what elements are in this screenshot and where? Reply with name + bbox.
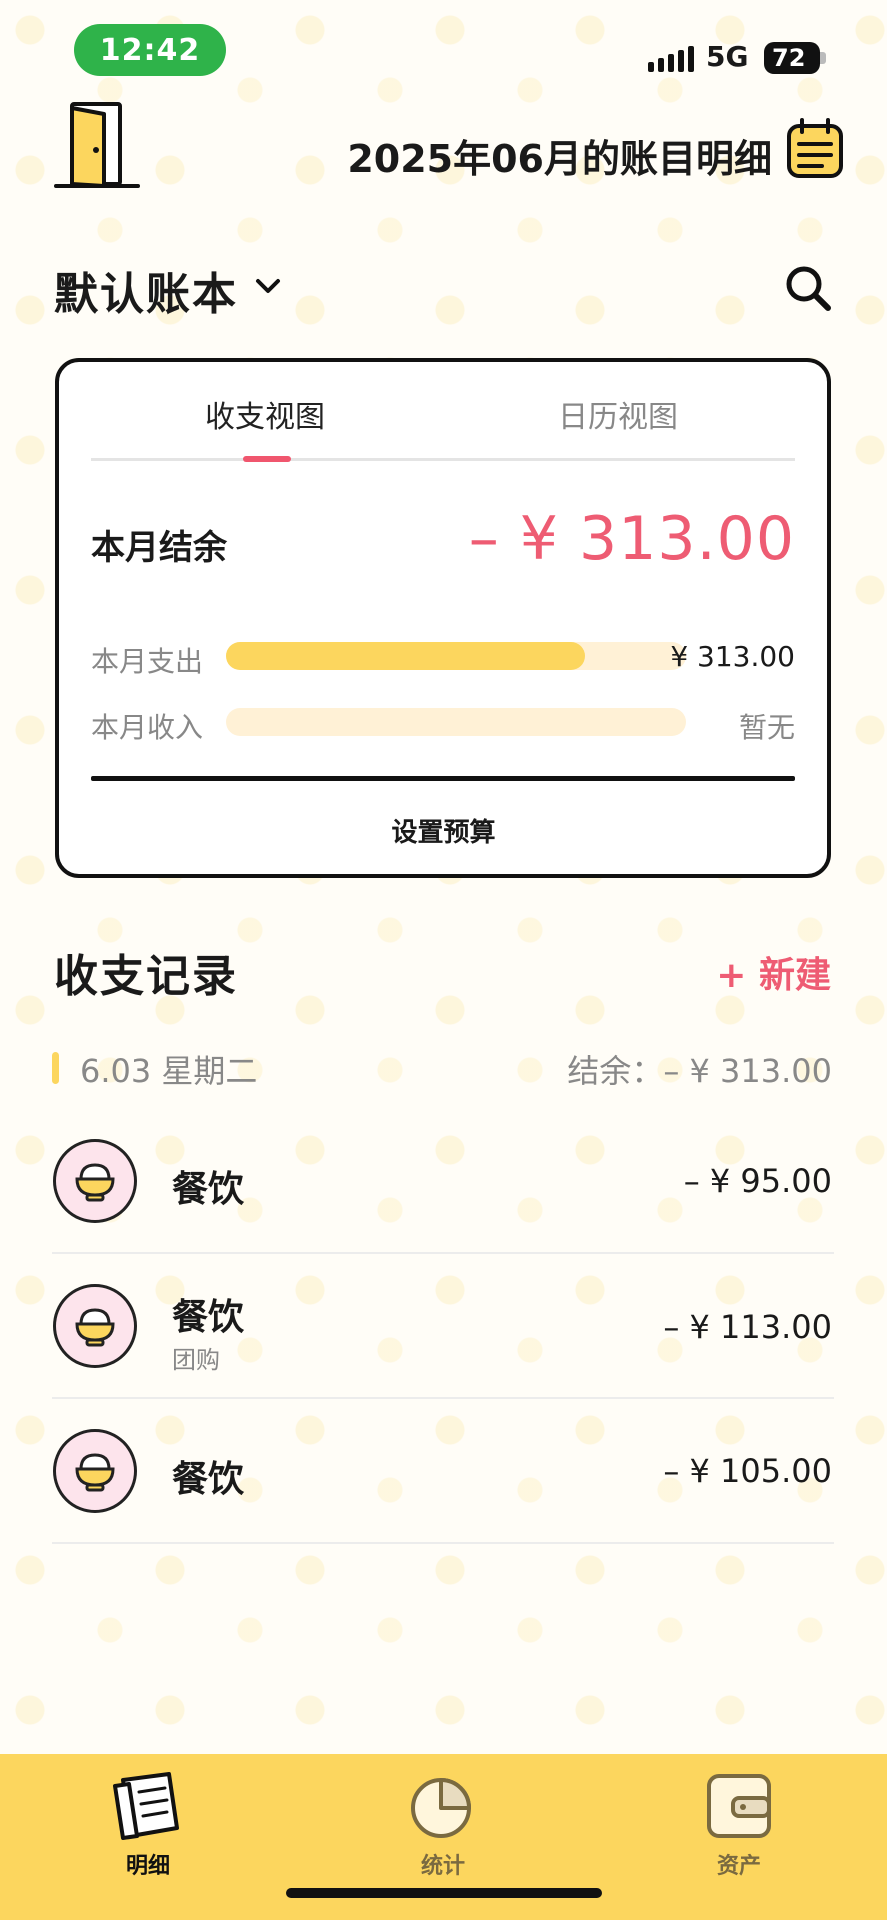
notes-icon <box>113 1772 179 1840</box>
rice-bowl-icon <box>53 1429 137 1513</box>
record-note: 团购 <box>172 1346 220 1374</box>
income-bar-track <box>226 708 686 736</box>
active-tab-indicator <box>243 456 291 462</box>
record-category[interactable]: 餐饮 <box>172 1450 244 1502</box>
network-type: 5G <box>706 40 749 73</box>
set-budget-button[interactable]: 设置预算 <box>0 812 887 849</box>
income-value: 暂无 <box>738 711 795 744</box>
tab-label: 明细 <box>125 1854 170 1879</box>
record-category[interactable]: 餐饮 <box>172 1160 244 1212</box>
monthly-balance-label: 本月结余 <box>91 528 227 568</box>
records-title: 收支记录 <box>54 951 238 1002</box>
new-record-button[interactable]: + 新建 <box>716 946 831 998</box>
summary-card <box>55 358 831 878</box>
tab-calendar-view[interactable]: 日历视图 <box>558 392 678 436</box>
pie-chart-icon <box>411 1778 471 1838</box>
tab-label: 资产 <box>716 1854 761 1879</box>
tab-details[interactable]: 明细 <box>88 1770 208 1880</box>
search-icon[interactable] <box>782 262 834 314</box>
card-divider <box>91 776 795 781</box>
record-separator <box>52 1542 834 1544</box>
account-book-selector[interactable]: 默认账本 <box>54 258 238 322</box>
status-time: 12:42 <box>74 24 226 76</box>
rice-bowl-icon <box>53 1284 137 1368</box>
income-label: 本月收入 <box>91 711 204 744</box>
tab-divider <box>91 458 795 461</box>
tab-assets[interactable]: 资产 <box>679 1770 799 1880</box>
expense-bar-track <box>226 642 686 670</box>
wallet-icon <box>707 1774 771 1838</box>
day-marker <box>52 1052 59 1084</box>
tab-statistics[interactable]: 统计 <box>383 1770 503 1880</box>
battery-icon: 72 <box>764 42 820 74</box>
tab-label: 统计 <box>420 1854 465 1879</box>
record-amount[interactable]: – ¥ 105.00 <box>663 1452 832 1490</box>
expense-value: ¥ 313.00 <box>670 640 795 673</box>
record-amount[interactable]: – ¥ 95.00 <box>684 1162 832 1200</box>
expense-bar-fill <box>226 642 585 670</box>
monthly-balance-amount: – ¥ 313.00 <box>468 504 795 574</box>
record-separator <box>52 1252 834 1254</box>
rice-bowl-icon <box>53 1139 137 1223</box>
home-indicator <box>286 1888 602 1898</box>
page-title: 2025年06月的账目明细 <box>347 137 772 181</box>
record-category[interactable]: 餐饮 <box>172 1288 244 1340</box>
signal-icon <box>648 46 694 72</box>
expense-label: 本月支出 <box>91 645 204 678</box>
day-balance: 结余：– ¥ 313.00 <box>567 1052 832 1090</box>
tab-income-expense-view[interactable]: 收支视图 <box>205 392 325 436</box>
door-icon[interactable] <box>52 100 142 192</box>
battery-cap <box>820 52 826 64</box>
record-amount[interactable]: – ¥ 113.00 <box>663 1308 832 1346</box>
chevron-down-icon[interactable] <box>252 270 284 302</box>
battery-level: 72 <box>772 44 806 72</box>
day-date: 6.03 星期二 <box>80 1052 258 1090</box>
calendar-icon[interactable] <box>786 118 844 180</box>
record-separator <box>52 1397 834 1399</box>
